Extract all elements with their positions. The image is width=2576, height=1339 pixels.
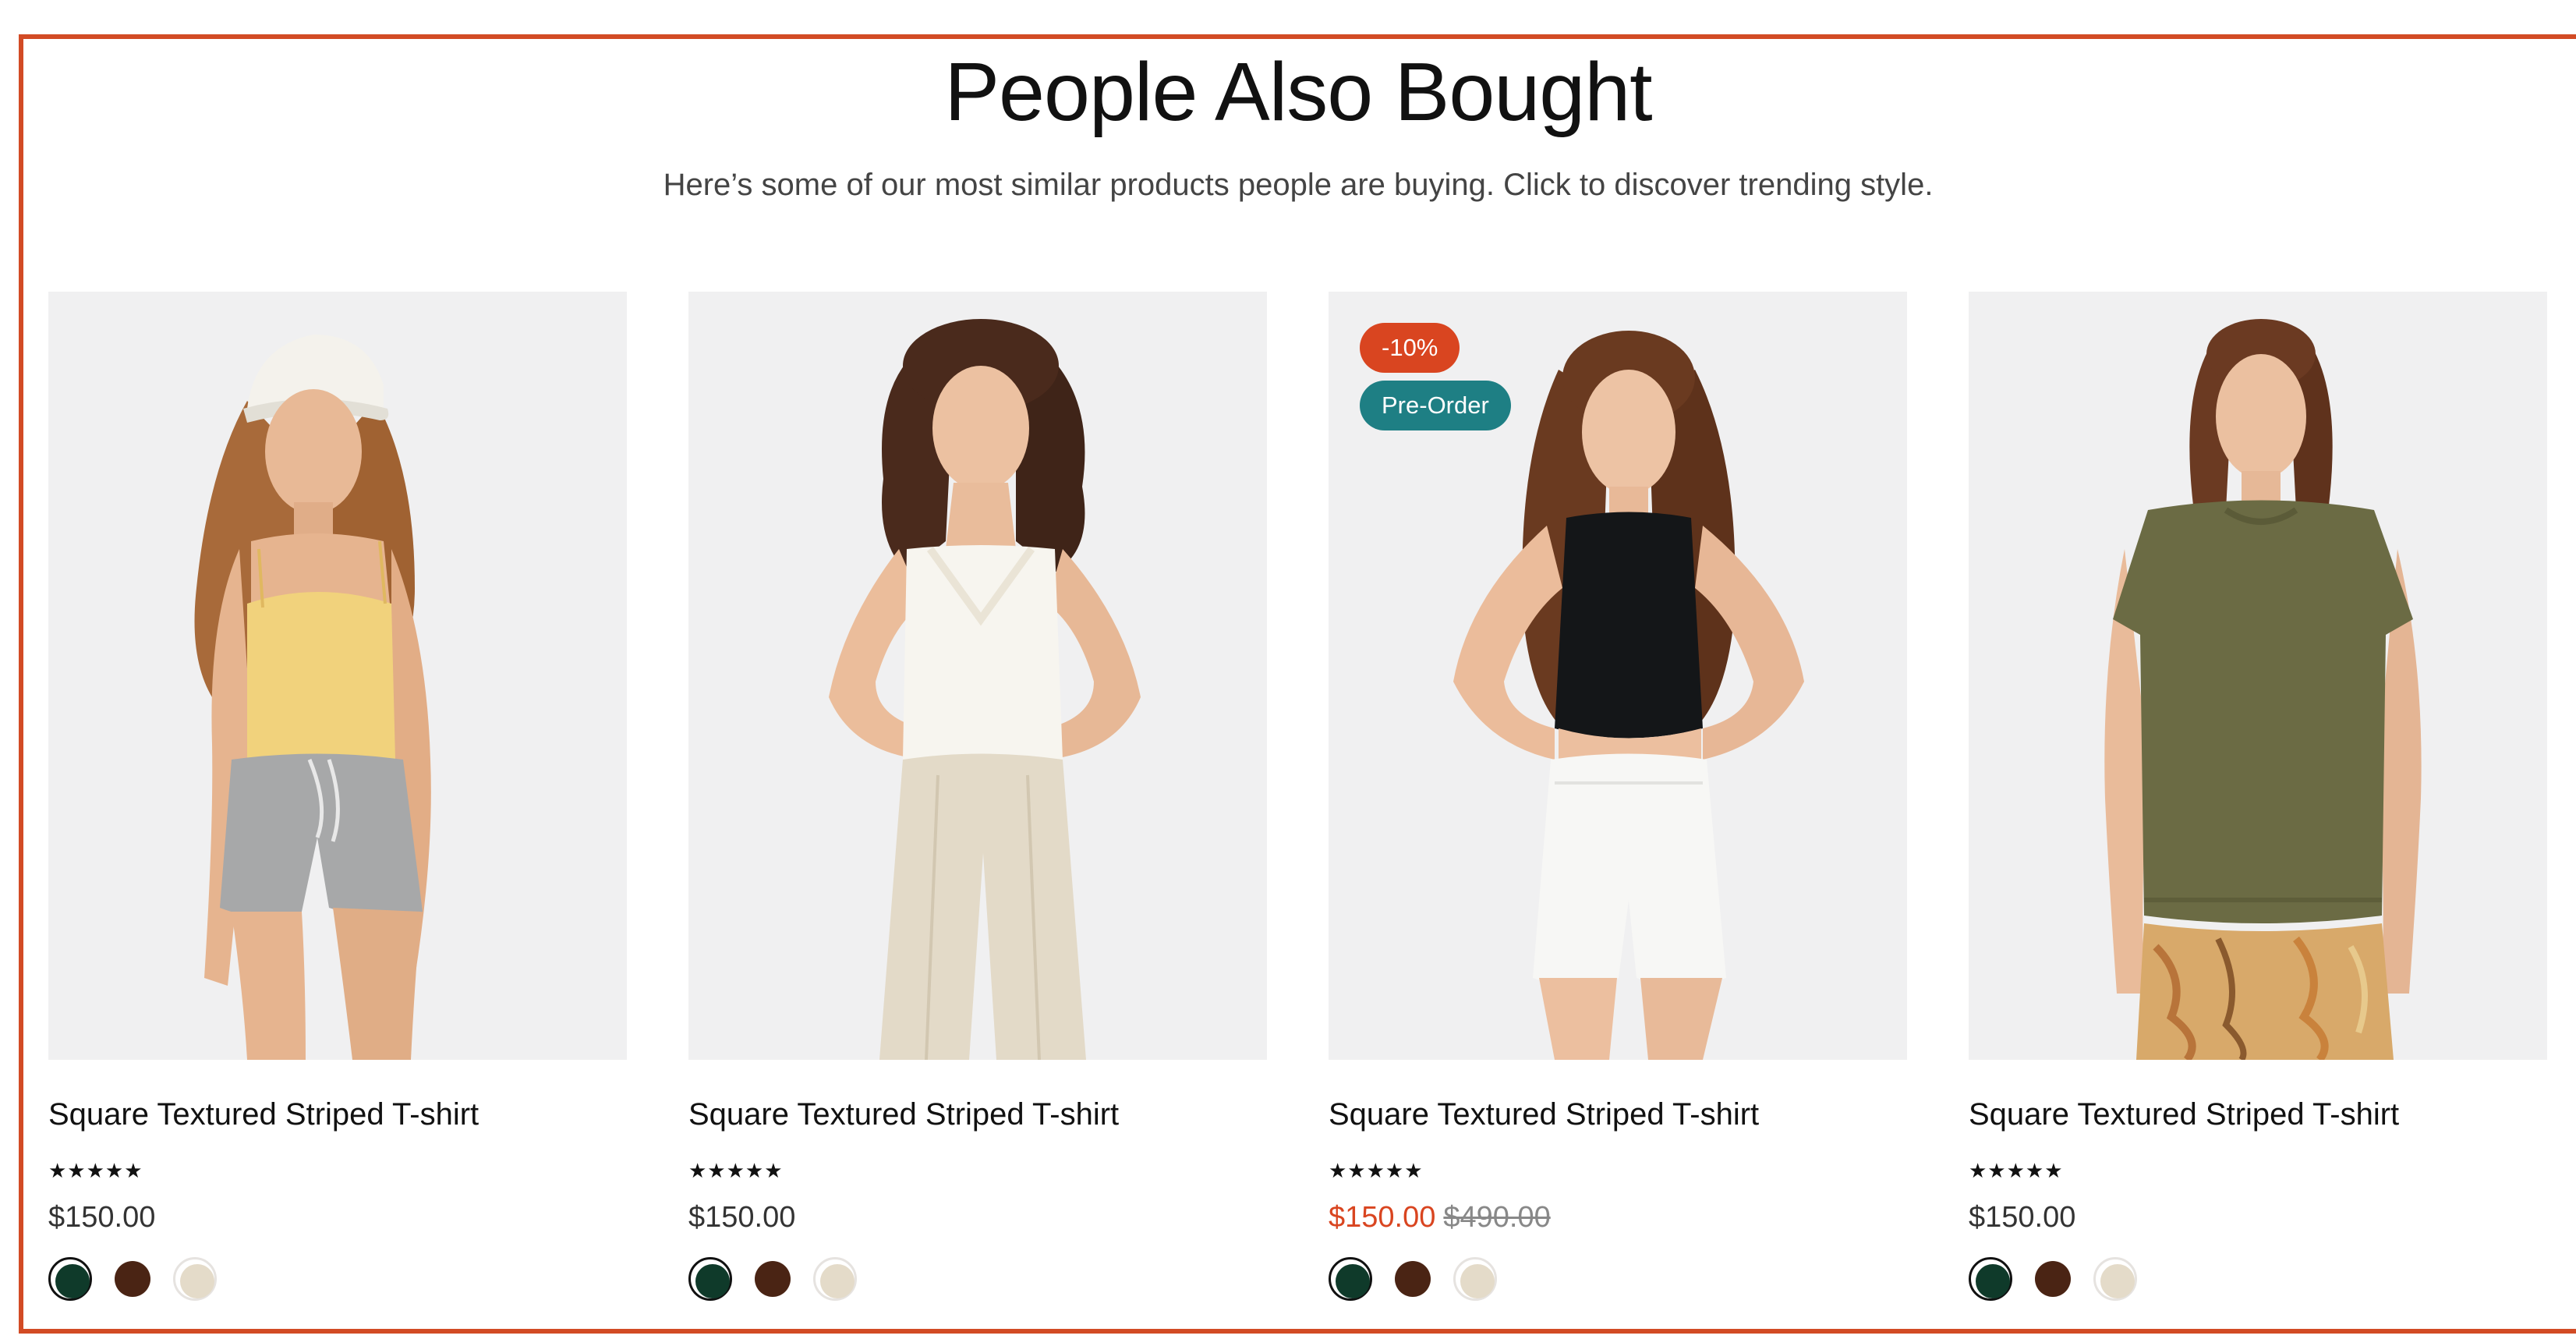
product-image[interactable]: -10% Pre-Order	[1329, 292, 1907, 1060]
product-card[interactable]: Square Textured Striped T-shirt ★★★★★ $1…	[48, 292, 627, 1305]
model-photo	[2104, 319, 2422, 1060]
product-image[interactable]	[48, 292, 627, 1060]
model-photo	[829, 319, 1141, 1060]
swatch-dark-green[interactable]	[1329, 1257, 1372, 1301]
price-row: $150.00	[48, 1198, 155, 1237]
product-title[interactable]: Square Textured Striped T-shirt	[1969, 1095, 2399, 1134]
sale-badge: -10%	[1360, 323, 1460, 373]
product-price: $150.00	[48, 1201, 156, 1234]
swatch-brown[interactable]	[111, 1257, 154, 1301]
swatch-brown[interactable]	[751, 1257, 794, 1301]
swatch-beige[interactable]	[2093, 1257, 2137, 1301]
product-image[interactable]	[688, 292, 1267, 1060]
section-subtitle: Here’s some of our most similar products…	[663, 168, 1934, 202]
product-card[interactable]: Square Textured Striped T-shirt ★★★★★ $1…	[1969, 292, 2547, 1305]
swatch-beige[interactable]	[813, 1257, 857, 1301]
swatch-brown[interactable]	[2031, 1257, 2075, 1301]
preorder-badge: Pre-Order	[1360, 381, 1511, 430]
swatch-dark-green[interactable]	[688, 1257, 732, 1301]
product-grid: Square Textured Striped T-shirt ★★★★★ $1…	[48, 292, 2576, 1305]
model-photo	[194, 335, 431, 1060]
compare-at-price: $490.00	[1443, 1201, 1551, 1234]
price-row: $150.00 $490.00	[1329, 1198, 1551, 1237]
swatch-beige[interactable]	[1453, 1257, 1497, 1301]
product-price: $150.00	[1969, 1201, 2076, 1234]
product-price: $150.00	[688, 1201, 796, 1234]
product-card[interactable]: Square Textured Striped T-shirt ★★★★★ $1…	[688, 292, 1267, 1305]
section-title: People Also Bought	[944, 46, 1652, 138]
product-title[interactable]: Square Textured Striped T-shirt	[48, 1095, 479, 1134]
rating-stars-icon: ★★★★★	[688, 1160, 784, 1183]
product-title[interactable]: Square Textured Striped T-shirt	[1329, 1095, 1759, 1134]
swatch-brown[interactable]	[1391, 1257, 1435, 1301]
swatch-dark-green[interactable]	[1969, 1257, 2012, 1301]
product-title[interactable]: Square Textured Striped T-shirt	[688, 1095, 1119, 1134]
rating-stars-icon: ★★★★★	[1969, 1160, 2064, 1183]
sale-price: $150.00	[1329, 1201, 1436, 1234]
swatch-beige[interactable]	[173, 1257, 217, 1301]
swatch-dark-green[interactable]	[48, 1257, 92, 1301]
price-row: $150.00	[1969, 1198, 2075, 1237]
product-card[interactable]: -10% Pre-Order Square Textured Striped T…	[1329, 292, 1907, 1305]
product-image[interactable]	[1969, 292, 2547, 1060]
rating-stars-icon: ★★★★★	[48, 1160, 143, 1183]
rating-stars-icon: ★★★★★	[1329, 1160, 1424, 1183]
price-row: $150.00	[688, 1198, 795, 1237]
